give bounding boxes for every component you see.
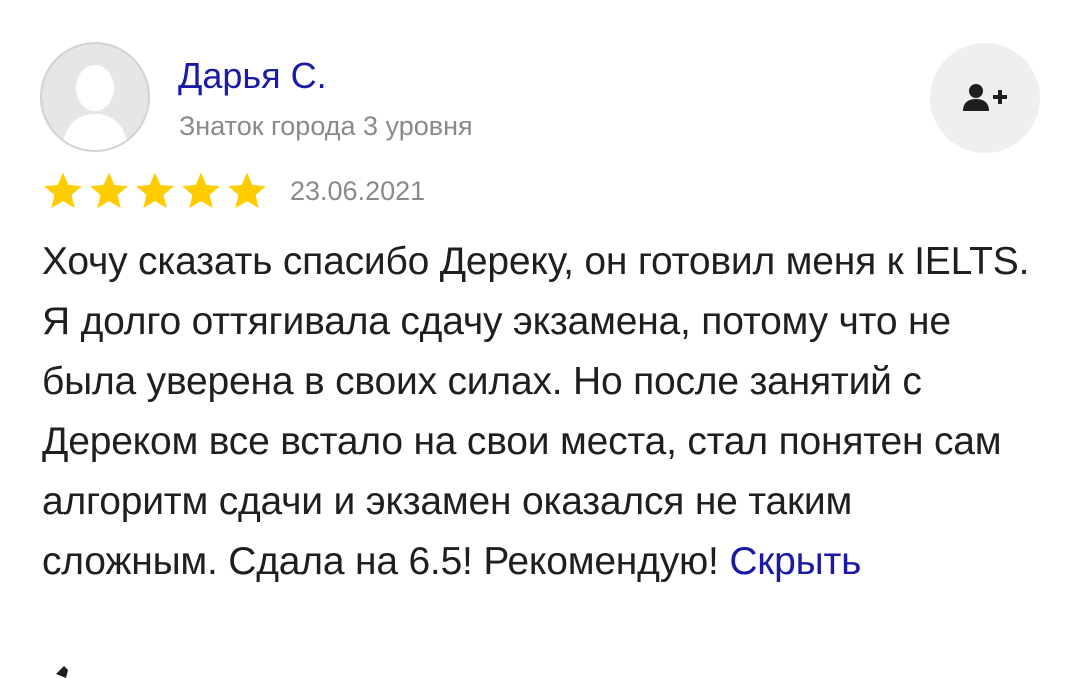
author-level: Знаток города 3 уровня: [179, 111, 473, 141]
avatar[interactable]: [40, 42, 150, 152]
star-icon: [182, 172, 220, 209]
star-icon: [228, 172, 266, 209]
star-rating: [42, 170, 268, 212]
hide-link[interactable]: Скрыть: [729, 540, 861, 583]
review-date: 23.06.2021: [290, 176, 426, 206]
review-text: Хочу сказать спасибо Дереку, он готовил …: [42, 232, 1032, 592]
like-icon[interactable]: [42, 664, 82, 678]
user-silhouette-icon: [62, 65, 128, 150]
add-user-icon: [963, 84, 1007, 111]
author-name[interactable]: Дарья С.: [178, 54, 327, 98]
subscribe-button[interactable]: [930, 43, 1040, 153]
review-body: Хочу сказать спасибо Дереку, он готовил …: [42, 240, 1030, 583]
star-icon: [44, 172, 82, 209]
star-icon: [90, 172, 128, 209]
star-icon: [136, 172, 174, 209]
